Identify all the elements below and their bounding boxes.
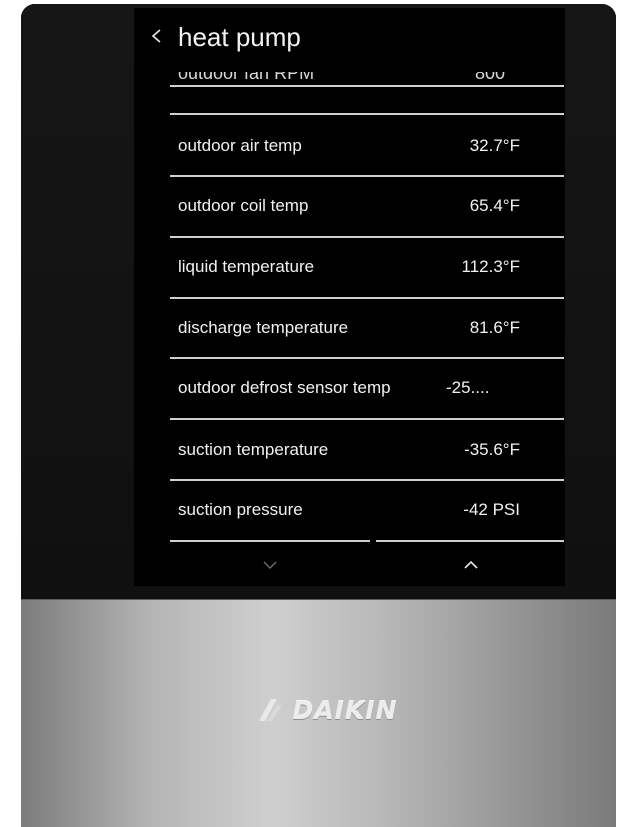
scroll-up-button[interactable] bbox=[451, 554, 491, 576]
list-item[interactable]: discharge temperature 81.6°F bbox=[170, 298, 564, 358]
chevron-up-icon bbox=[464, 560, 478, 569]
daikin-logo-mark-icon bbox=[258, 699, 282, 721]
list-item[interactable]: outdoor defrost sensor temp -25.... bbox=[170, 358, 564, 418]
list-item-value: 32.7°F bbox=[469, 136, 520, 155]
list-item-value: 81.6°F bbox=[469, 318, 520, 337]
list-item-label: outdoor fan RPM bbox=[178, 72, 315, 83]
list-item-value: 112.3°F bbox=[461, 257, 520, 276]
list-item-label: suction pressure bbox=[178, 500, 303, 519]
chevron-left-icon[interactable] bbox=[148, 24, 164, 48]
list-item[interactable]: outdoor air temp 32.7°F bbox=[170, 116, 564, 176]
list-item-value: -35.6°F bbox=[464, 440, 520, 459]
page-title: heat pump bbox=[178, 22, 301, 52]
row-divider bbox=[170, 418, 564, 420]
list-item-label: discharge temperature bbox=[178, 318, 349, 337]
thermostat-device: heat pump outdoor fan RPM 800 outdoor ai… bbox=[21, 4, 616, 827]
list-item[interactable]: liquid temperature 112.3°F bbox=[170, 237, 564, 297]
list-item[interactable]: outdoor coil temp 65.4°F bbox=[170, 176, 564, 236]
row-divider bbox=[170, 479, 564, 481]
scroll-up-bar bbox=[376, 540, 564, 542]
row-divider bbox=[170, 357, 564, 359]
chevron-down-icon bbox=[263, 561, 277, 569]
list-item-value: -42 PSI bbox=[463, 500, 520, 519]
brand-logo: DAIKIN bbox=[231, 690, 421, 730]
row-divider bbox=[170, 85, 564, 87]
device-bottom-bezel: DAIKIN bbox=[21, 599, 616, 827]
list-item-label: outdoor air temp bbox=[178, 136, 302, 155]
list-item-clipped: outdoor fan RPM 800 bbox=[170, 72, 564, 86]
scroll-down-button[interactable] bbox=[250, 554, 290, 576]
scroll-down-bar bbox=[170, 540, 370, 542]
screen-header: heat pump bbox=[134, 8, 565, 66]
list-item-value: 65.4°F bbox=[469, 196, 520, 215]
row-divider bbox=[170, 175, 564, 177]
list-item-label: outdoor coil temp bbox=[178, 196, 309, 215]
list-item-value: 800 bbox=[475, 72, 506, 83]
display-screen: heat pump outdoor fan RPM 800 outdoor ai… bbox=[134, 8, 565, 586]
brand-name: DAIKIN bbox=[292, 695, 398, 725]
list-item-label: outdoor defrost sensor temp bbox=[178, 378, 391, 397]
list-item-label: liquid temperature bbox=[178, 257, 315, 276]
list-item[interactable]: suction pressure -42 PSI bbox=[170, 480, 564, 540]
row-divider bbox=[170, 236, 564, 238]
row-divider bbox=[170, 297, 564, 299]
row-divider bbox=[170, 113, 564, 115]
list-item-label: suction temperature bbox=[178, 440, 329, 459]
list-item[interactable]: suction temperature -35.6°F bbox=[170, 420, 564, 480]
list-item-value: -25.... bbox=[446, 378, 490, 397]
